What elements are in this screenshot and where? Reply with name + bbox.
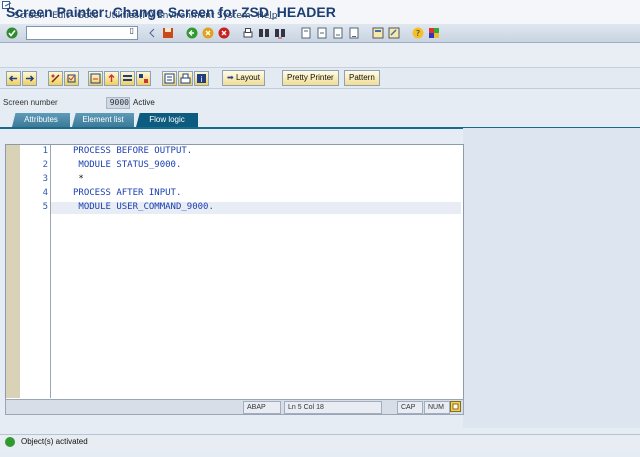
editor-settings-icon[interactable] <box>450 401 461 412</box>
floppy-icon[interactable] <box>162 27 174 39</box>
line-value: 5 <box>297 404 302 411</box>
prev-page-icon[interactable] <box>316 27 328 39</box>
status-bar <box>0 434 640 451</box>
new-session-icon[interactable] <box>372 27 384 39</box>
line-number: 3 <box>42 174 48 184</box>
line-number: 2 <box>42 160 48 170</box>
pretty-printer-button[interactable]: Pretty Printer <box>282 70 339 86</box>
find-icon[interactable] <box>258 27 270 39</box>
print-code-icon[interactable] <box>178 71 193 86</box>
screen-number-label: Screen number <box>3 98 58 107</box>
title-bar <box>0 43 640 68</box>
col-value: 18 <box>316 404 324 411</box>
success-icon <box>5 437 15 447</box>
line-number: 4 <box>42 188 48 198</box>
col-label: Col <box>303 404 315 411</box>
move-up-icon[interactable] <box>104 71 119 86</box>
command-field[interactable]: ▯ <box>26 26 138 40</box>
arrow-left-icon[interactable] <box>6 71 21 86</box>
screen-number-field: 9000 <box>106 97 130 109</box>
code-line[interactable]: MODULE STATUS_9000. <box>73 160 181 170</box>
activate-icon[interactable] <box>64 71 79 86</box>
line-number: 1 <box>42 146 48 156</box>
page-title: Screen Painter: Change Screen for ZSD_HE… <box>6 4 336 20</box>
line-number: 5 <box>42 202 48 212</box>
status-message: Object(s) activated <box>21 437 88 446</box>
tab-attributes[interactable]: Attributes <box>12 113 70 127</box>
next-page-icon[interactable] <box>332 27 344 39</box>
first-page-icon[interactable] <box>300 27 312 39</box>
svg-text:?: ? <box>416 29 420 38</box>
print-icon[interactable] <box>242 27 254 39</box>
num-indicator: NUM <box>424 401 450 414</box>
command-dropdown-icon[interactable]: ▯ <box>130 26 134 35</box>
cancel-icon[interactable] <box>218 27 230 39</box>
customize-layout-icon[interactable] <box>428 27 440 39</box>
check-icon[interactable] <box>6 27 18 39</box>
info-icon[interactable]: i <box>194 71 209 86</box>
caps-indicator: CAP <box>397 401 423 414</box>
navigation-icon[interactable] <box>136 71 151 86</box>
right-panel <box>463 128 640 428</box>
where-used-icon[interactable] <box>88 71 103 86</box>
tab-element-list[interactable]: Element list <box>72 113 134 127</box>
code-line[interactable]: PROCESS BEFORE OUTPUT. <box>73 146 192 156</box>
find-next-icon[interactable] <box>274 27 286 39</box>
editor-status-bar <box>5 399 464 415</box>
tab-flow-logic[interactable]: Flow logic <box>136 113 198 127</box>
editor-gutter <box>6 145 20 398</box>
command-arrow-icon[interactable] <box>148 27 156 39</box>
help-icon[interactable]: ? <box>412 27 424 39</box>
cursor-position: Ln 5 Col 18 <box>284 401 382 414</box>
back-icon[interactable] <box>186 27 198 39</box>
code-line[interactable]: * <box>73 174 83 184</box>
code-line[interactable]: MODULE USER_COMMAND_9000. <box>73 202 213 212</box>
line-label: Ln <box>288 404 296 411</box>
other-object-icon[interactable] <box>48 71 63 86</box>
svg-text:i: i <box>200 75 202 84</box>
last-page-icon[interactable] <box>348 27 360 39</box>
layout-label: Layout <box>235 73 260 82</box>
layout-button[interactable]: ➡ Layout <box>222 70 265 86</box>
code-line[interactable]: PROCESS AFTER INPUT. <box>73 188 181 198</box>
shortcut-icon[interactable] <box>388 27 400 39</box>
display-object-list-icon[interactable] <box>162 71 177 86</box>
arrow-right-icon[interactable] <box>22 71 37 86</box>
language-indicator: ABAP <box>243 401 281 414</box>
screen-status: Active <box>133 98 155 107</box>
exit-icon[interactable] <box>202 27 214 39</box>
hierarchy-icon[interactable] <box>120 71 135 86</box>
arrow-right-icon: ➡ <box>227 73 236 82</box>
pattern-button[interactable]: Pattern <box>344 70 380 86</box>
